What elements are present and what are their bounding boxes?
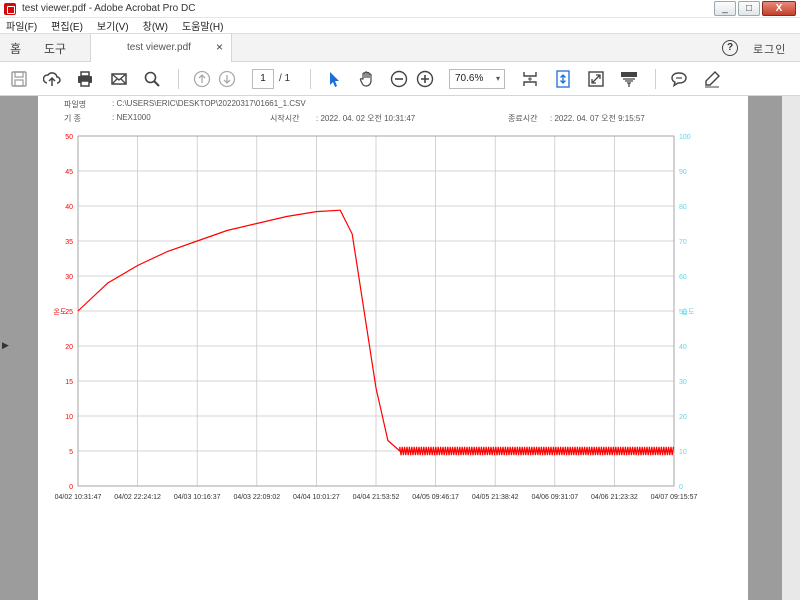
title-bar: test viewer.pdf - Adobe Acrobat Pro DC _…	[0, 0, 800, 18]
x-tick-label: 04/03 22:09:02	[233, 494, 280, 501]
maximize-button[interactable]: □	[738, 1, 760, 16]
comment-icon[interactable]	[670, 70, 688, 88]
read-mode-icon[interactable]	[620, 70, 638, 88]
y-right-tick-label: 20	[679, 414, 687, 421]
x-tick-label: 04/03 10:16:37	[174, 494, 221, 501]
next-page-icon[interactable]	[218, 70, 236, 88]
close-window-button[interactable]: X	[762, 1, 796, 16]
x-tick-label: 04/04 10:01:27	[293, 494, 340, 501]
print-icon[interactable]	[76, 70, 94, 88]
tab-bar: 홈 도구 test viewer.pdf × ? 로그인	[0, 34, 800, 62]
pdf-page: 파일명 : C:\USERS\ERIC\DESKTOP\20220317\016…	[38, 96, 748, 600]
window-title: test viewer.pdf - Adobe Acrobat Pro DC	[22, 3, 196, 14]
y-right-tick-label: 30	[679, 379, 687, 386]
scroll-mode-icon[interactable]	[554, 70, 572, 88]
y-right-tick-label: 0	[679, 484, 683, 491]
x-tick-label: 04/04 21:53:52	[353, 494, 400, 501]
end-time-value: : 2022. 04. 07 오전 9:15:57	[550, 114, 645, 123]
y-left-tick-label: 35	[65, 239, 73, 246]
previous-page-icon[interactable]	[193, 70, 211, 88]
login-button[interactable]: 로그인	[753, 41, 786, 57]
minimize-button[interactable]: _	[714, 1, 736, 16]
x-tick-label: 04/02 22:24:12	[114, 494, 161, 501]
tab-close-icon[interactable]: ×	[216, 40, 223, 54]
zoom-level-value: 70.6%	[455, 73, 484, 84]
toolbar: 1 / 1 70.6% ▾	[0, 62, 800, 96]
page-total: / 1	[279, 73, 291, 84]
email-icon[interactable]	[110, 70, 128, 88]
y-left-tick-label: 10	[65, 414, 73, 421]
window-controls: _ □ X	[714, 1, 796, 16]
zoom-out-icon[interactable]	[390, 70, 408, 88]
menu-file[interactable]: 파일(F)	[6, 18, 37, 33]
page-number-input[interactable]: 1	[252, 69, 274, 89]
menu-view[interactable]: 보기(V)	[97, 18, 129, 33]
x-tick-label: 04/07 09:15:57	[651, 494, 698, 501]
x-tick-label: 04/05 09:46:17	[412, 494, 459, 501]
menu-window[interactable]: 창(W)	[143, 18, 168, 33]
upload-cloud-icon[interactable]	[42, 70, 61, 88]
y-right-axis-label: 습도	[682, 307, 695, 316]
select-cursor-icon[interactable]	[325, 70, 343, 88]
full-screen-icon[interactable]	[587, 70, 605, 88]
y-right-tick-label: 90	[679, 169, 687, 176]
hand-tool-icon[interactable]	[358, 70, 376, 88]
y-left-tick-label: 45	[65, 169, 73, 176]
x-tick-label: 04/06 09:31:07	[531, 494, 578, 501]
device-value: : NEX1000	[112, 113, 151, 122]
x-tick-label: 04/02 10:31:47	[55, 494, 102, 501]
file-name-label: 파일명	[64, 100, 87, 109]
y-left-tick-label: 0	[69, 484, 73, 491]
left-panel-toggle-icon[interactable]: ▶	[2, 340, 9, 351]
tab-home[interactable]: 홈	[10, 40, 21, 57]
y-right-tick-label: 80	[679, 204, 687, 211]
toolbar-separator	[655, 69, 656, 89]
toolbar-separator	[310, 69, 311, 89]
device-label: 기 종	[64, 114, 81, 123]
acrobat-app-icon	[4, 2, 16, 15]
y-left-tick-label: 50	[65, 134, 73, 141]
y-left-tick-label: 5	[69, 449, 73, 456]
y-right-tick-label: 100	[679, 134, 691, 141]
help-icon[interactable]: ?	[722, 40, 738, 56]
end-time-label: 종료시간	[508, 114, 538, 123]
menu-edit[interactable]: 편집(E)	[51, 18, 83, 33]
tab-document-label: test viewer.pdf	[127, 42, 191, 53]
temperature-humidity-chart: 5045403530252015105010090807060504030201…	[54, 134, 698, 501]
save-icon[interactable]	[10, 70, 28, 88]
x-tick-label: 04/06 21:23:32	[591, 494, 638, 501]
menu-bar: 파일(F) 편집(E) 보기(V) 창(W) 도움말(H)	[0, 18, 800, 34]
file-name-value: : C:\USERS\ERIC\DESKTOP\20220317\01661_1…	[112, 99, 306, 108]
document-area[interactable]: ▶ ◀ 파일명 : C:\USERS\ERIC\DESKTOP\20220317…	[0, 96, 800, 600]
y-right-tick-label: 40	[679, 344, 687, 351]
zoom-in-icon[interactable]	[416, 70, 434, 88]
y-left-tick-label: 20	[65, 344, 73, 351]
y-left-tick-label: 30	[65, 274, 73, 281]
page-fit-icon[interactable]	[521, 70, 539, 88]
search-icon[interactable]	[143, 70, 161, 88]
y-left-tick-label: 15	[65, 379, 73, 386]
zoom-level-select[interactable]: 70.6% ▾	[449, 69, 505, 89]
y-right-tick-label: 10	[679, 449, 687, 456]
start-time-label: 시작시간	[270, 114, 300, 123]
menu-help[interactable]: 도움말(H)	[182, 18, 223, 33]
pen-sign-icon[interactable]	[703, 70, 721, 88]
tab-document[interactable]: test viewer.pdf ×	[90, 34, 232, 62]
chevron-down-icon: ▾	[495, 74, 500, 83]
start-time-value: : 2022. 04. 02 오전 10:31:47	[316, 114, 416, 123]
y-left-tick-label: 40	[65, 204, 73, 211]
toolbar-separator	[178, 69, 179, 89]
y-left-axis-label: 온도	[54, 308, 67, 316]
x-tick-label: 04/05 21:38:42	[472, 494, 519, 501]
y-right-tick-label: 60	[679, 274, 687, 281]
tab-tools[interactable]: 도구	[44, 40, 66, 57]
vertical-scrollbar[interactable]	[782, 96, 800, 600]
y-right-tick-label: 70	[679, 239, 687, 246]
